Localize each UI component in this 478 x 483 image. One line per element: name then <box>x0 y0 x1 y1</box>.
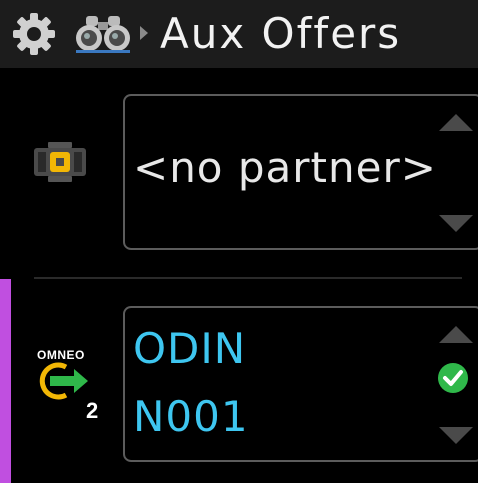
page-title: Aux Offers <box>160 9 402 58</box>
subscription-selector[interactable]: ODIN N001 <box>123 306 478 462</box>
omneo-count: 2 <box>86 398 99 423</box>
binoculars-icon[interactable] <box>74 14 132 54</box>
row-divider <box>34 277 462 279</box>
scroll-down-arrow-icon[interactable] <box>437 426 475 446</box>
breadcrumb-arrow-icon <box>140 26 148 40</box>
scroll-up-arrow-icon[interactable] <box>437 112 475 132</box>
selected-row-accent <box>0 279 11 483</box>
gear-icon[interactable] <box>12 12 56 56</box>
check-circle-icon <box>438 363 468 393</box>
scroll-down-arrow-icon[interactable] <box>437 214 475 234</box>
device-connector-icon <box>34 142 86 182</box>
partner-value: <no partner> <box>133 143 437 192</box>
header-bar: Aux Offers <box>0 0 478 68</box>
partner-selector[interactable]: <no partner> <box>123 94 478 250</box>
device-name: ODIN <box>133 324 247 373</box>
scroll-up-arrow-icon[interactable] <box>437 324 475 344</box>
channel-name: N001 <box>133 392 249 441</box>
